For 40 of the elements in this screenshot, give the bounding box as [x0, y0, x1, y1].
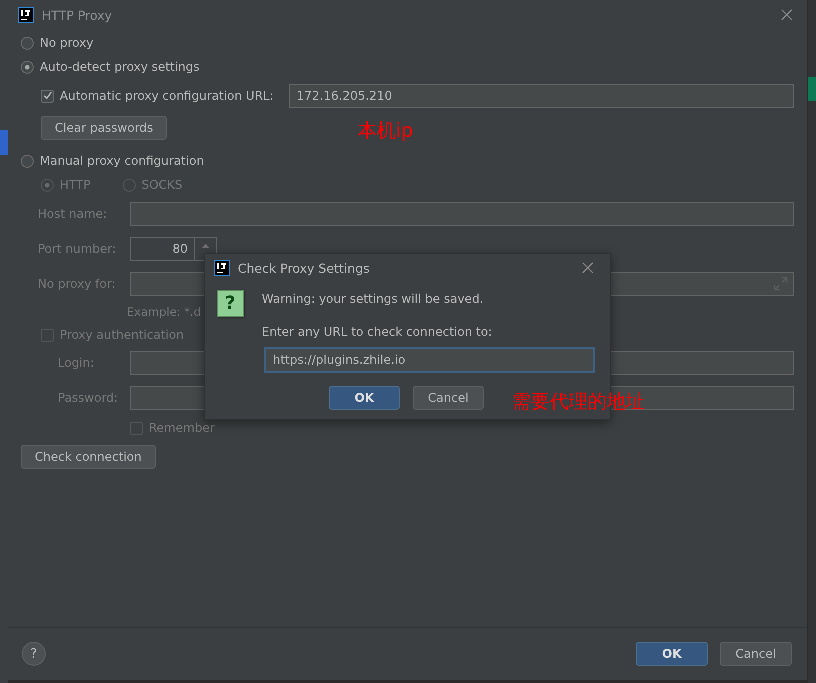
label: Example: *.d: [127, 305, 202, 319]
warning-message: Warning: your settings will be saved.: [262, 291, 485, 308]
cancel-button[interactable]: Cancel: [720, 642, 792, 666]
label: Manual proxy configuration: [40, 154, 204, 168]
url-field[interactable]: 172.16.205.210: [288, 84, 794, 108]
url-field[interactable]: https://plugins.zhile.io: [264, 347, 595, 373]
label: Proxy authentication: [60, 328, 184, 342]
dialog-title: Check Proxy Settings: [238, 260, 370, 276]
prompt-label: Enter any URL to check connection to:: [262, 324, 494, 341]
clear-passwords-button[interactable]: Clear passwords: [41, 116, 168, 140]
label: No proxy for:: [38, 277, 117, 291]
close-icon[interactable]: [781, 9, 793, 21]
host-field[interactable]: [130, 202, 794, 226]
annotation-text: 本机ip: [358, 119, 414, 144]
help-button[interactable]: ?: [22, 642, 46, 666]
label: SOCKS: [142, 178, 183, 192]
app-logo-icon: [214, 260, 230, 276]
label: Host name:: [38, 207, 108, 221]
ok-button[interactable]: OK: [636, 642, 708, 666]
radio-button[interactable]: [21, 60, 34, 74]
badge-marker: [808, 77, 816, 101]
app-logo-icon: [18, 7, 34, 23]
label: No proxy: [40, 36, 94, 50]
close-icon[interactable]: [582, 262, 594, 274]
label: Remember: [149, 421, 215, 435]
label: Password:: [58, 391, 120, 405]
label: Login:: [58, 356, 96, 370]
check-connection-button[interactable]: Check connection: [21, 445, 156, 469]
window-title: HTTP Proxy: [42, 8, 112, 22]
cancel-button[interactable]: Cancel: [413, 386, 484, 410]
label: HTTP: [60, 178, 91, 192]
radio-button[interactable]: [21, 36, 34, 50]
question-icon: ?: [217, 290, 244, 317]
ok-button[interactable]: OK: [329, 386, 400, 410]
label: Port number:: [38, 242, 118, 256]
selection-highlight: [0, 130, 8, 155]
checkbox[interactable]: [41, 90, 54, 102]
annotation-text: 需要代理的地址: [512, 390, 645, 415]
label: Auto-detect proxy settings: [40, 60, 200, 74]
label: Automatic proxy configuration URL:: [60, 89, 274, 103]
